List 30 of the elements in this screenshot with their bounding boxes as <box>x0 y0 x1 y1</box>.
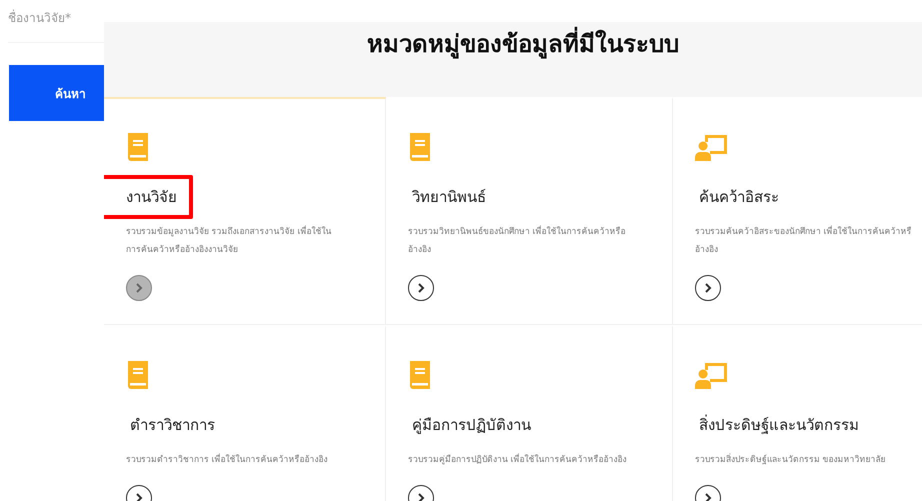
category-card[interactable]: งานวิจัย รวบรวมข้อมูลงานวิจัย รวมถึงเอกสารงานวิจัย เพื่อใช้ใน การค้นคว้าหรืออ้างอิงงานวิจัย <box>104 97 386 325</box>
category-description: รวบรวมคู่มือการปฏิบัติงาน เพื่อใช้ในการค้นคว้าหรืออ้างอิง <box>408 452 627 467</box>
category-description: รวบรวมค้นคว้าอิสระของนักศึกษา เพื่อใช้ในการค้นคว้าหรื อ้างอิง <box>695 224 912 257</box>
category-card[interactable]: ตำราวิชาการ รวบรวมตำราวิชาการ เพื่อใช้ในการค้นคว้าหรืออ้างอิง <box>104 325 386 501</box>
category-card[interactable]: วิทยานิพนธ์ รวบรวมวิทยานิพนธ์ของนักศึกษา เพื่อใช้ในการค้นคว้าหรือ อ้างอิง <box>386 97 673 325</box>
category-description: รวบรวมข้อมูลงานวิจัย รวมถึงเอกสารงานวิจัย เพื่อใช้ใน การค้นคว้าหรืออ้างอิงงานวิจัย <box>126 224 332 257</box>
arrow-button[interactable] <box>126 275 152 301</box>
arrow-button[interactable] <box>695 275 721 301</box>
chevron-right-icon <box>417 283 425 293</box>
category-description: รวบรวมสิ่งประดิษฐ์และนวัตกรรม ของมหาวิทยาลัย <box>695 452 886 467</box>
book-icon <box>408 133 432 161</box>
book-icon <box>126 133 150 161</box>
presenter-icon <box>695 133 729 161</box>
section-title: หมวดหมู่ของข้อมูลที่มีในระบบ <box>347 24 679 97</box>
chevron-right-icon <box>135 283 143 293</box>
book-icon <box>408 361 432 389</box>
book-icon <box>126 361 150 389</box>
chevron-right-icon <box>135 493 143 501</box>
chevron-right-icon <box>704 493 712 501</box>
presenter-icon <box>695 361 729 389</box>
category-card[interactable]: คู่มือการปฏิบัติงาน รวบรวมคู่มือการปฏิบัติงาน เพื่อใช้ในการค้นคว้าหรืออ้างอิง <box>386 325 673 501</box>
category-description: รวบรวมวิทยานิพนธ์ของนักศึกษา เพื่อใช้ในการค้นคว้าหรือ อ้างอิง <box>408 224 626 257</box>
search-button[interactable]: ค้นหา <box>9 65 104 121</box>
chevron-right-icon <box>417 493 425 501</box>
arrow-button[interactable] <box>408 275 434 301</box>
category-card[interactable]: สิ่งประดิษฐ์และนวัตกรรม รวบรวมสิ่งประดิษฐ์และนวัตกรรม ของมหาวิทยาลัย <box>673 325 922 501</box>
chevron-right-icon <box>704 283 712 293</box>
category-title: งานวิจัย <box>104 175 193 219</box>
category-description: รวบรวมตำราวิชาการ เพื่อใช้ในการค้นคว้าหรืออ้างอิง <box>126 452 328 467</box>
category-card[interactable]: ค้นคว้าอิสระ รวบรวมค้นคว้าอิสระของนักศึกษา เพื่อใช้ในการค้นคว้าหรื อ้างอิง <box>673 97 922 325</box>
